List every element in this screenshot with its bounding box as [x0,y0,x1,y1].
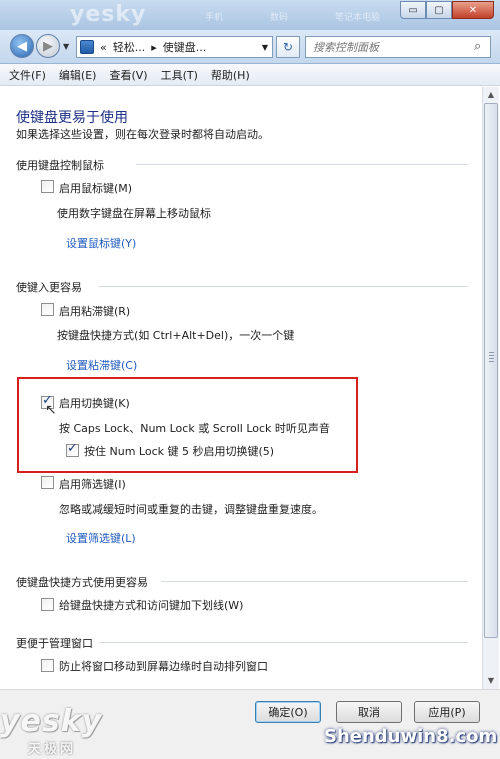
scroll-thumb[interactable] [484,103,498,638]
title-watermark: yesky [70,2,147,27]
togglekeys-description: 按 Caps Lock、Num Lock 或 Scroll Lock 时听见声音 [59,422,330,435]
section-title-typing: 使键入更容易 [16,281,82,294]
control-panel-icon [80,40,94,54]
togglekeys-hold-label[interactable]: 按住 Num Lock 键 5 秒启用切换键(5) [84,443,274,459]
mouse-cursor-icon: ↖ [45,402,57,418]
page-subtitle: 如果选择这些设置，则在每次登录时都将自动启动。 [16,128,269,141]
stickykeys-description: 按键盘快捷方式(如 Ctrl+Alt+Del)，一次一个键 [57,329,295,342]
menu-view[interactable]: 查看(V) [109,67,147,83]
page-title: 使键盘更易于使用 [16,110,128,126]
breadcrumb-separator-icon: ▸ [151,40,157,54]
mousekeys-label[interactable]: 启用鼠标键(M) [59,180,132,196]
window-controls: ▭ ▢ ✕ [400,1,494,19]
filterkeys-label[interactable]: 启用筛选键(I) [59,476,126,492]
section-title-windows: 更便于管理窗口 [16,637,93,650]
filterkeys-checkbox[interactable] [41,476,54,489]
setup-stickykeys-link[interactable]: 设置粘滞键(C) [66,357,137,373]
prevent-arrange-label[interactable]: 防止将窗口移动到屏幕边缘时自动排列窗口 [59,658,268,674]
setup-mousekeys-link[interactable]: 设置鼠标键(Y) [66,235,136,251]
divider [99,642,468,643]
chevron-down-icon[interactable]: ▼ [262,43,268,52]
menu-tools[interactable]: 工具(T) [161,67,198,83]
close-button[interactable]: ✕ [452,1,494,19]
address-toolbar: ◀ ▶ ▼ « 轻松... ▸ 使键盘... ▼ ↻ ⌕ [0,30,500,64]
menu-file[interactable]: 文件(F) [9,67,46,83]
ghost-text: 数码 [270,13,289,23]
divider [99,286,468,287]
underline-shortcuts-label[interactable]: 给键盘快捷方式和访问键加下划线(W) [59,597,243,613]
section-title-shortcuts: 使键盘快捷方式使用更容易 [16,576,148,589]
divider [136,164,468,165]
search-icon[interactable]: ⌕ [474,39,481,54]
togglekeys-label[interactable]: 启用切换键(K) [59,395,130,411]
watermark-shenduwin8: Shenduwin8.com [324,726,498,747]
ok-button[interactable]: 确定(O) [255,701,321,723]
mousekeys-checkbox[interactable] [41,180,54,193]
watermark-yesky-sub: 天极网 [28,742,77,757]
cancel-button[interactable]: 取消 [336,701,402,723]
scroll-grip [489,352,494,364]
setup-filterkeys-link[interactable]: 设置筛选键(L) [66,530,136,546]
recent-pages-dropdown[interactable]: ▼ [63,42,69,51]
prevent-arrange-checkbox[interactable] [41,659,54,672]
content-pane: 使键盘更易于使用 如果选择这些设置，则在每次登录时都将自动启动。 使用键盘控制鼠… [1,87,482,689]
apply-button[interactable]: 应用(P) [414,701,480,723]
watermark-yesky: yesky [0,704,103,739]
breadcrumb-prefix[interactable]: « [100,41,107,54]
scroll-up-icon[interactable]: ▲ [484,87,498,102]
underline-shortcuts-checkbox[interactable] [41,598,54,611]
breadcrumb-keyboard[interactable]: 使键盘... [163,39,207,55]
forward-button[interactable]: ▶ [36,34,60,58]
menu-help[interactable]: 帮助(H) [211,67,250,83]
address-field[interactable]: « 轻松... ▸ 使键盘... ▼ [76,36,273,58]
refresh-button[interactable]: ↻ [276,36,300,58]
minimize-button[interactable]: ▭ [400,1,426,19]
back-button[interactable]: ◀ [10,34,34,58]
menu-edit[interactable]: 编辑(E) [59,67,97,83]
scroll-down-icon[interactable]: ▼ [484,673,498,688]
vertical-scrollbar[interactable]: ▲ ▼ [482,87,499,689]
menu-bar: 文件(F) 编辑(E) 查看(V) 工具(T) 帮助(H) [0,64,500,86]
maximize-button[interactable]: ▢ [426,1,452,19]
filterkeys-description: 忽略或减缓短时间或重复的击键，调整键盘重复速度。 [59,503,323,516]
breadcrumb-ease-of-access[interactable]: 轻松... [113,39,146,55]
section-title-mouse: 使用键盘控制鼠标 [16,159,104,172]
title-bar: yesky 手机 数码 笔记本电脑 ▭ ▢ ✕ [0,0,500,30]
refresh-icon: ↻ [282,40,294,54]
stickykeys-label[interactable]: 启用粘滞键(R) [59,303,130,319]
stickykeys-checkbox[interactable] [41,303,54,316]
ghost-text: 手机 [205,13,224,23]
ghost-text: 笔记本电脑 [335,13,381,23]
mousekeys-description: 使用数字键盘在屏幕上移动鼠标 [57,207,211,220]
togglekeys-hold-checkbox[interactable] [66,441,79,457]
search-input[interactable] [305,36,491,58]
divider [161,581,468,582]
